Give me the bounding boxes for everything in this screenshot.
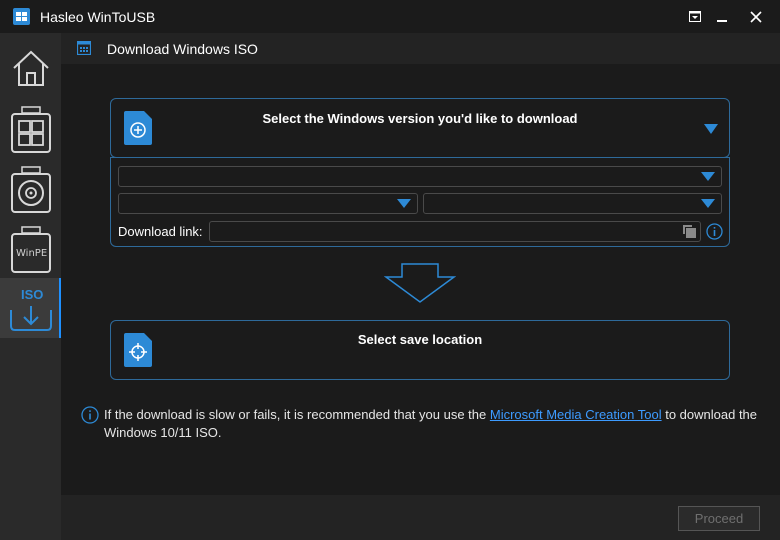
- proceed-button[interactable]: Proceed: [678, 506, 760, 531]
- dropdown-arrow-icon: [701, 199, 715, 208]
- minimize-icon: [717, 19, 727, 22]
- info-icon: [81, 406, 99, 424]
- page-header: Download Windows ISO: [61, 33, 780, 64]
- info-text-before: If the download is slow or fails, it is …: [104, 407, 490, 422]
- main-content: Select the Windows version you'd like to…: [61, 64, 780, 495]
- sidebar: WinPE ISO: [0, 33, 61, 540]
- architecture-select[interactable]: [423, 193, 722, 214]
- windows-version-select[interactable]: [118, 166, 722, 187]
- info-icon[interactable]: [706, 223, 723, 240]
- version-panel-body: Download link:: [110, 157, 730, 247]
- expand-arrow-icon[interactable]: [703, 123, 719, 135]
- media-creation-tool-link[interactable]: Microsoft Media Creation Tool: [490, 407, 662, 422]
- flow-down-arrow-icon: [384, 263, 456, 303]
- iso-label: ISO: [21, 287, 44, 302]
- dropdown-arrow-icon: [397, 199, 411, 208]
- app-logo-icon: [13, 8, 30, 25]
- language-select[interactable]: [118, 193, 418, 214]
- windows-usb-icon: [10, 106, 51, 153]
- menu-button[interactable]: [680, 0, 710, 33]
- version-panel-header[interactable]: Select the Windows version you'd like to…: [110, 98, 730, 158]
- page-title: Download Windows ISO: [107, 41, 258, 57]
- window-title: Hasleo WinToUSB: [40, 9, 156, 25]
- download-link-label: Download link:: [118, 224, 203, 239]
- minimize-button[interactable]: [707, 0, 737, 33]
- download-link-field[interactable]: [209, 221, 701, 242]
- sidebar-item-home[interactable]: [0, 38, 61, 98]
- footer: Proceed: [61, 495, 780, 540]
- info-text: If the download is slow or fails, it is …: [104, 406, 764, 442]
- close-icon: [750, 10, 762, 23]
- menu-icon: [689, 11, 701, 22]
- iso-page-icon: [77, 41, 91, 55]
- dropdown-arrow-icon: [701, 172, 715, 181]
- title-bar: Hasleo WinToUSB: [0, 0, 780, 33]
- disc-usb-icon: [10, 166, 51, 213]
- sidebar-item-windows-to-usb[interactable]: [0, 100, 61, 160]
- save-panel-heading: Select save location: [357, 332, 483, 347]
- home-icon: [12, 50, 49, 86]
- copy-icon[interactable]: [682, 224, 697, 239]
- version-panel-heading: Select the Windows version you'd like to…: [262, 111, 578, 126]
- close-button[interactable]: [741, 0, 771, 33]
- sidebar-item-disc-to-usb[interactable]: [0, 160, 61, 220]
- save-location-panel[interactable]: Select save location: [110, 320, 730, 380]
- winpe-label: WinPE: [16, 248, 48, 259]
